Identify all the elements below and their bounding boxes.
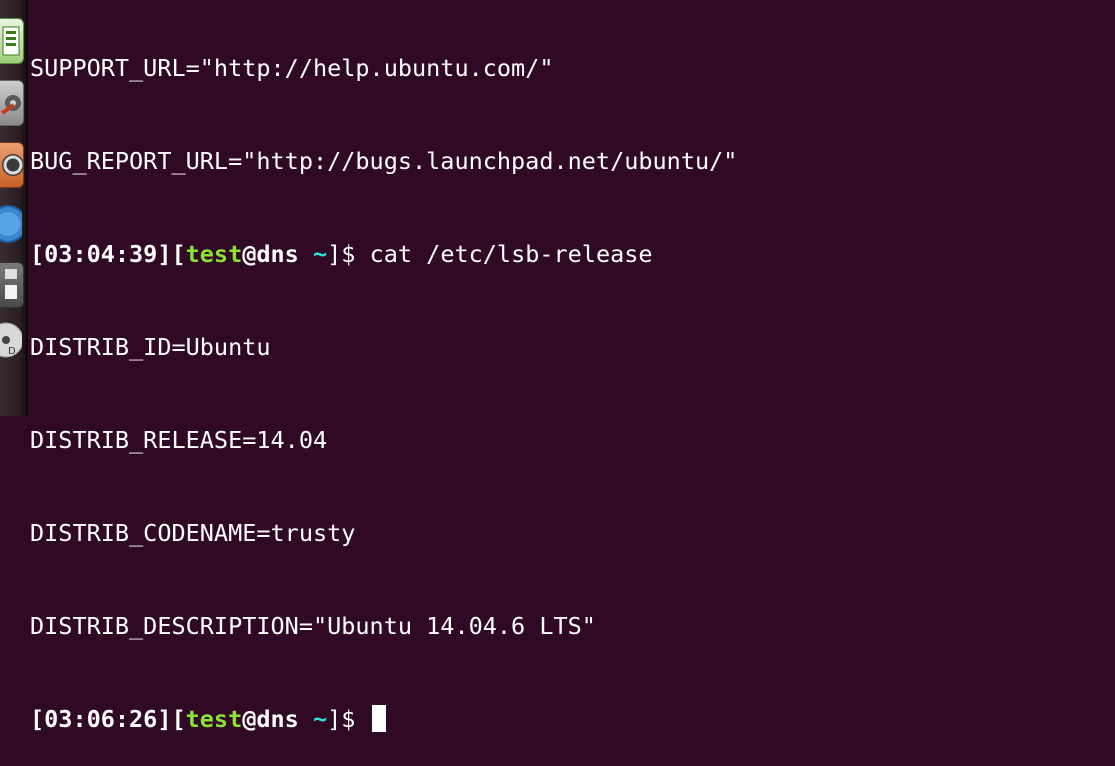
command-text	[355, 705, 369, 733]
prompt-open-bracket: [	[171, 705, 186, 733]
distrib-id-line: DISTRIB_ID=Ubuntu	[30, 333, 271, 361]
help-icon[interactable]	[0, 202, 22, 246]
launcher-border	[26, 0, 28, 416]
svg-text:D: D	[8, 346, 16, 357]
spreadsheet-icon[interactable]	[0, 18, 24, 64]
text-cursor	[371, 705, 386, 732]
update-icon[interactable]	[0, 142, 24, 188]
distrib-description-line: DISTRIB_DESCRIPTION="Ubuntu 14.04.6 LTS"	[30, 612, 596, 640]
settings-icon[interactable]	[0, 80, 24, 126]
unity-launcher: D	[0, 0, 28, 416]
prompt-time: [03:06:26]	[30, 705, 172, 733]
floppy-icon[interactable]	[0, 262, 24, 308]
prompt-line-1: [03:04:39][test@dns ~]$ cat /etc/lsb-rel…	[30, 239, 1115, 270]
dvd-icon[interactable]: D	[0, 318, 22, 362]
prompt-user: test	[185, 240, 243, 268]
prompt-line-2[interactable]: [03:06:26][test@dns ~]$	[30, 704, 1115, 735]
prompt-time: [03:04:39]	[30, 240, 172, 268]
prompt-close: ]$	[327, 705, 356, 733]
prompt-open-bracket: [	[171, 240, 186, 268]
support-url-line: SUPPORT_URL="http://help.ubuntu.com/"	[30, 54, 554, 82]
prompt-host: @dns	[242, 705, 299, 733]
prompt-host: @dns	[242, 240, 299, 268]
prompt-directory: ~	[312, 705, 328, 733]
prompt-close: ]$	[327, 240, 356, 268]
distrib-codename-line: DISTRIB_CODENAME=trusty	[30, 519, 356, 547]
prompt-user: test	[185, 705, 243, 733]
terminal-output[interactable]: SUPPORT_URL="http://help.ubuntu.com/" BU…	[30, 0, 1115, 733]
bug-report-url-line: BUG_REPORT_URL="http://bugs.launchpad.ne…	[30, 147, 738, 175]
distrib-release-line: DISTRIB_RELEASE=14.04	[30, 426, 328, 454]
command-text: cat /etc/lsb-release	[355, 240, 653, 268]
prompt-directory: ~	[312, 240, 328, 268]
